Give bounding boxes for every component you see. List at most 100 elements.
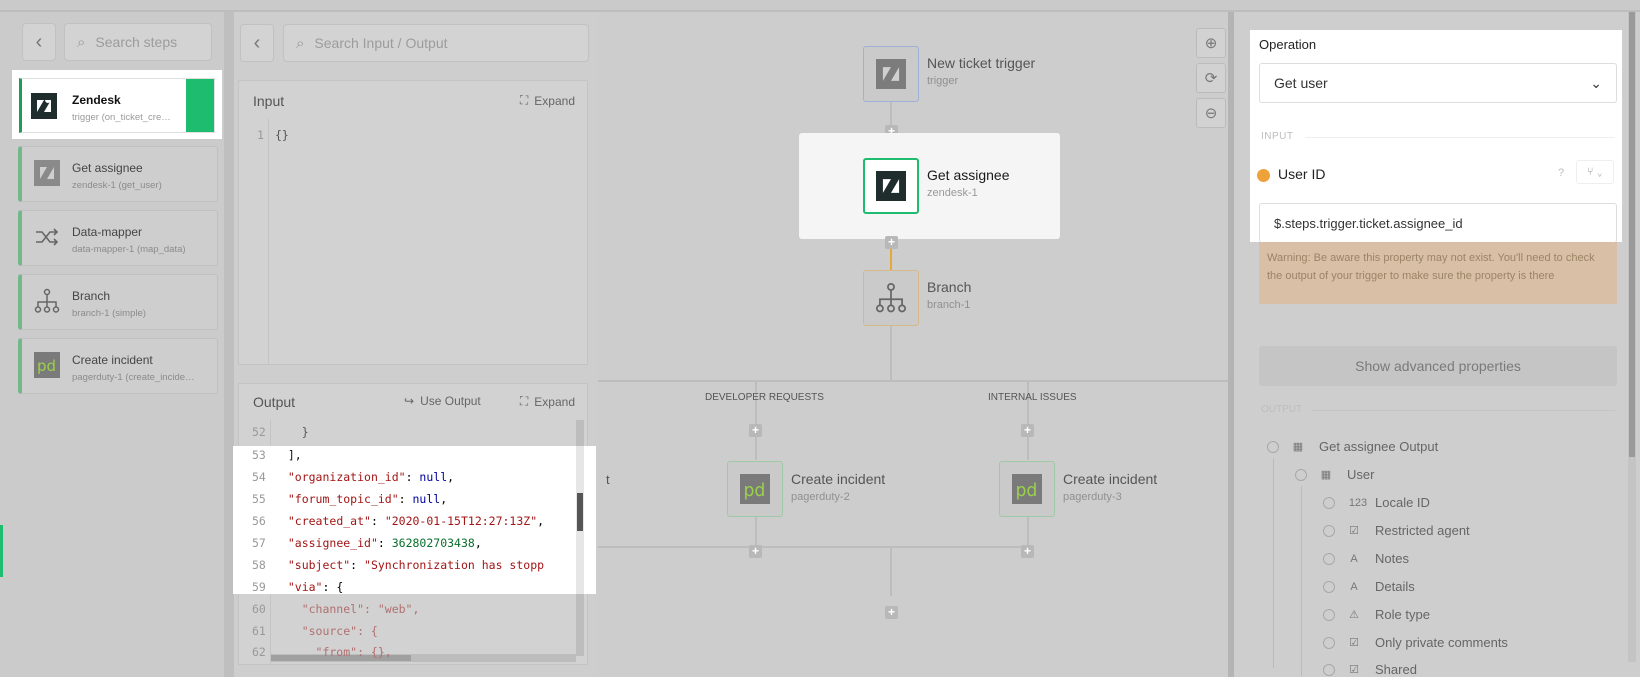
line-number: 56 — [252, 514, 266, 528]
step-subtitle: zendesk-1 (get_user) — [72, 180, 162, 191]
select-radio[interactable] — [1323, 608, 1335, 621]
pagerduty-icon: pd — [34, 352, 60, 378]
step-item-data-mapper[interactable]: Data-mapper data-mapper-1 (map_data) — [18, 210, 218, 266]
table-icon: ▦ — [1320, 469, 1332, 481]
chevron-left-icon: ‹ — [253, 31, 261, 54]
tree-guide — [1273, 458, 1274, 668]
user-id-input[interactable]: $.steps.trigger.ticket.assignee_id — [1259, 203, 1617, 243]
output-tree-item[interactable]: ☑ Restricted agent — [1323, 523, 1470, 538]
output-section-label: OUTPUT — [1261, 404, 1303, 415]
user-id-value: $.steps.trigger.ticket.assignee_id — [1274, 215, 1463, 231]
step-title: Data-mapper — [72, 225, 143, 239]
select-radio[interactable] — [1323, 552, 1335, 565]
zendesk-icon — [31, 93, 57, 119]
step-item-zendesk[interactable]: Zendesk trigger (on_ticket_cre… — [12, 70, 222, 139]
node-subtitle: branch-1 — [927, 299, 971, 311]
code-line: "created_at": "2020-01-15T12:27:13Z", — [287, 514, 545, 528]
io-search-placeholder: Search Input / Output — [314, 35, 448, 51]
add-step-button[interactable]: + — [1021, 424, 1034, 437]
operation-select[interactable]: Get user ⌄ — [1259, 63, 1617, 103]
chevron-down-icon: ⌄ — [1590, 74, 1602, 91]
output-tree-item[interactable]: A Notes — [1323, 551, 1409, 566]
tree-guide — [1301, 486, 1302, 676]
show-advanced-button[interactable]: Show advanced properties — [1259, 346, 1617, 386]
select-radio[interactable] — [1323, 636, 1335, 649]
output-expand-button[interactable]: ⛶ Expand — [520, 394, 575, 409]
step-title: Create incident — [72, 353, 153, 367]
code-line: "forum_topic_id": null, — [287, 492, 448, 506]
connector — [755, 517, 757, 547]
table-icon: ▦ — [1292, 441, 1304, 453]
branch-connector — [598, 380, 1228, 382]
add-step-button[interactable]: + — [749, 545, 762, 558]
step-item-branch[interactable]: Branch branch-1 (simple) — [18, 274, 218, 330]
step-title: Get assignee — [72, 161, 143, 175]
step-title: Branch — [72, 289, 111, 303]
node-title: Branch — [927, 279, 972, 295]
add-step-button[interactable]: + — [1021, 545, 1034, 558]
io-search-input[interactable]: ⌕ Search Input / Output — [283, 24, 589, 62]
add-step-button[interactable]: + — [749, 424, 762, 437]
zoom-out-button[interactable]: ⊖ — [1196, 98, 1226, 128]
select-radio[interactable] — [1323, 663, 1335, 676]
output-tree-item[interactable]: ⚠ Role type — [1323, 607, 1430, 622]
line-number: 52 — [252, 425, 266, 439]
code-line: "via": { — [287, 580, 344, 594]
output-tree-item[interactable]: 123 Locale ID — [1323, 495, 1430, 510]
required-indicator — [1257, 169, 1270, 182]
reset-zoom-button[interactable]: ⟳ — [1196, 63, 1226, 93]
shuffle-icon — [36, 228, 59, 246]
select-radio[interactable] — [1323, 496, 1335, 509]
step-item-create-incident[interactable]: pd Create incident pagerduty-1 (create_i… — [18, 338, 218, 394]
steps-search-input[interactable]: ⌕ Search steps — [64, 23, 212, 61]
output-tree-item[interactable]: ▦ User — [1295, 467, 1374, 482]
zoom-in-button[interactable]: ⊕ — [1196, 28, 1226, 58]
node-branch[interactable] — [863, 270, 919, 326]
select-radio[interactable] — [1323, 580, 1335, 593]
workflow-canvas[interactable] — [598, 12, 1228, 677]
output-tree-item[interactable]: ☑ Shared — [1323, 662, 1417, 677]
checkbox-icon: ☑ — [1349, 637, 1359, 649]
line-number: 60 — [252, 602, 266, 616]
warning-text: Warning: Be aware this property may not … — [1267, 252, 1595, 282]
connector — [890, 546, 892, 596]
field-mode-toggle[interactable]: ⑂ ⌄ — [1576, 160, 1614, 184]
properties-scrollbar[interactable] — [1628, 12, 1636, 662]
warning-box: Warning: Be aware this property may not … — [1259, 242, 1617, 304]
code-line: "source": { — [274, 624, 378, 638]
input-code[interactable]: {} — [275, 128, 289, 142]
help-icon[interactable]: ? — [1558, 167, 1564, 179]
node-create-incident-3[interactable]: pd — [999, 461, 1055, 517]
add-step-button[interactable]: + — [885, 236, 898, 249]
zoom-in-icon: ⊕ — [1204, 35, 1218, 52]
steps-back-button[interactable]: ‹ — [22, 23, 56, 61]
branch-icon — [875, 282, 907, 313]
number-icon: 123 — [1348, 496, 1368, 509]
connector — [1027, 517, 1029, 547]
use-output-button[interactable]: ↪ Use Output — [404, 394, 481, 408]
select-radio[interactable] — [1267, 440, 1279, 453]
node-get-assignee[interactable] — [863, 158, 919, 214]
select-radio[interactable] — [1323, 524, 1335, 537]
highlight-scrollbar[interactable] — [576, 446, 584, 594]
io-back-button[interactable]: ‹ — [240, 24, 274, 62]
output-tree-item[interactable]: A Details — [1323, 579, 1415, 594]
zoom-out-icon: ⊖ — [1204, 105, 1218, 122]
input-title: Input — [253, 93, 285, 109]
output-tree-item[interactable]: ☑ Only private comments — [1323, 635, 1508, 650]
node-create-incident-2[interactable]: pd — [727, 461, 783, 517]
node-trigger[interactable] — [863, 46, 919, 102]
line-number: 58 — [252, 558, 266, 572]
node-subtitle: pagerduty-2 — [791, 491, 850, 503]
select-radio[interactable] — [1295, 468, 1307, 481]
output-tree-item[interactable]: ▦ Get assignee Output — [1267, 439, 1438, 454]
add-step-button[interactable]: + — [885, 606, 898, 619]
line-number: 55 — [252, 492, 266, 506]
search-icon: ⌕ — [77, 33, 86, 51]
node-title: Create incident — [1063, 471, 1158, 487]
pagerduty-icon: pd — [1012, 474, 1042, 504]
branch-label-developer: DEVELOPER REQUESTS — [705, 392, 824, 403]
input-expand-button[interactable]: ⛶ Expand — [520, 93, 575, 108]
text-icon: A — [1350, 552, 1358, 565]
step-item-get-assignee[interactable]: Get assignee zendesk-1 (get_user) — [18, 146, 218, 202]
